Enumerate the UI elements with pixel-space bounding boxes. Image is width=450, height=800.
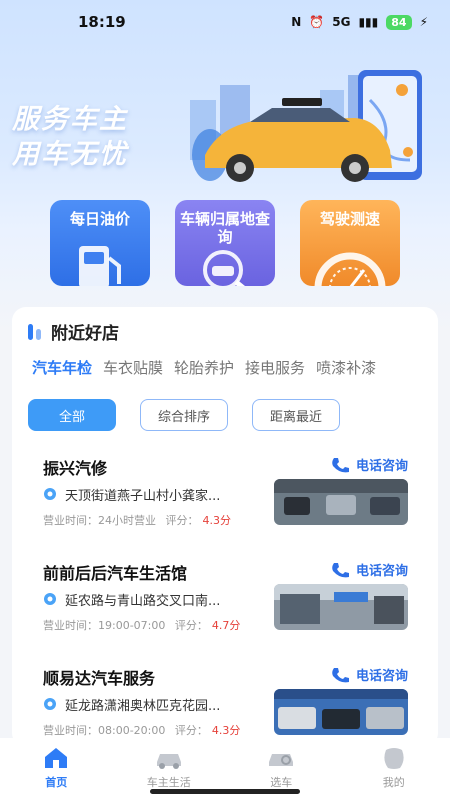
network-label: 5G xyxy=(332,15,351,29)
phone-icon xyxy=(332,457,349,472)
category-tab[interactable]: 喷漆补漆 xyxy=(316,357,376,378)
shop-list-item[interactable]: 顺易达汽车服务 电话咨询 延龙路潇湘奥林匹克花园... 营业时间：08:00-2… xyxy=(12,665,438,747)
section-marker-icon xyxy=(28,323,41,340)
tab-profile[interactable]: 我的 xyxy=(344,746,444,790)
tile-label: 车辆归属地查询 xyxy=(179,210,270,246)
shop-address-text: 延农路与青山路交叉口南... xyxy=(65,594,221,609)
shop-name: 顺易达汽车服务 xyxy=(43,669,156,688)
shop-address: 天顶街道燕子山村小龚家... xyxy=(43,485,220,504)
slogan-line-1: 服务车主 xyxy=(12,104,128,135)
hours-label: 营业时间： xyxy=(43,619,98,632)
fuel-pump-icon xyxy=(79,246,121,286)
tab-label: 选车 xyxy=(270,776,293,789)
filter-chip-sort[interactable]: 综合排序 xyxy=(140,399,228,431)
shop-name: 振兴汽修 xyxy=(43,459,108,478)
profile-icon xyxy=(384,748,404,769)
shop-list-item[interactable]: 振兴汽修 电话咨询 天顶街道燕子山村小龚家... 营业时间：24小时营业 评分：… xyxy=(12,455,438,555)
shop-hours: 19:00-07:00 xyxy=(98,619,166,632)
category-tab[interactable]: 车衣贴膜 xyxy=(103,357,163,378)
shop-hours: 08:00-20:00 xyxy=(98,724,166,737)
shop-address-text: 天顶街道燕子山村小龚家... xyxy=(65,489,221,504)
phone-consult-label: 电话咨询 xyxy=(355,669,408,684)
phone-icon xyxy=(332,667,349,682)
filter-chip-distance[interactable]: 距离最近 xyxy=(252,399,340,431)
category-tab[interactable]: 汽车年检 xyxy=(32,357,92,378)
banner-slogan: 服务车主 用车无忧 xyxy=(12,102,128,172)
home-indicator xyxy=(150,789,300,794)
phone-consult-button[interactable]: 电话咨询 xyxy=(330,455,408,474)
filter-chips: 全部 综合排序 距离最近 xyxy=(28,399,340,431)
card-header: 附近好店 xyxy=(28,319,119,344)
shop-rating: 4.3分 xyxy=(202,514,232,527)
charging-icon: ⚡ xyxy=(419,15,428,29)
tile-driving-speed-test[interactable]: 驾驶测速 xyxy=(300,200,400,286)
location-pin-icon xyxy=(44,697,56,710)
location-pin-icon xyxy=(44,592,56,605)
nfc-icon: N xyxy=(291,15,302,29)
status-icons: N ⏰ 5G ▮▮▮ 84 ⚡ xyxy=(291,14,428,30)
section-title: 附近好店 xyxy=(51,324,119,344)
shop-rating: 4.3分 xyxy=(211,724,241,737)
shop-address: 延农路与青山路交叉口南... xyxy=(43,590,220,609)
phone-icon xyxy=(332,562,349,577)
tab-home[interactable]: 首页 xyxy=(6,746,106,790)
hours-label: 营业时间： xyxy=(43,724,98,737)
phone-consult-label: 电话咨询 xyxy=(355,564,408,579)
tile-label: 每日油价 xyxy=(69,210,130,228)
car-city-illustration xyxy=(190,70,422,182)
tab-select-car[interactable]: 选车 xyxy=(231,746,331,790)
shop-meta: 营业时间：24小时营业 评分： 4.3分 xyxy=(43,512,231,528)
alarm-icon: ⏰ xyxy=(309,15,325,29)
battery-badge: 84 xyxy=(386,14,412,30)
phone-consult-button[interactable]: 电话咨询 xyxy=(330,665,408,684)
signal-icon: ▮▮▮ xyxy=(358,15,379,29)
filter-chip-all[interactable]: 全部 xyxy=(28,399,116,431)
rating-label: 评分： xyxy=(174,619,208,632)
shop-photo xyxy=(274,689,408,735)
tile-daily-fuel-price[interactable]: 每日油价 xyxy=(50,200,150,286)
shop-meta: 营业时间：19:00-07:00 评分： 4.7分 xyxy=(43,617,240,633)
category-tabs: 汽车年检 车衣贴膜 轮胎养护 接电服务 喷漆补漆 xyxy=(32,357,376,378)
status-time: 18:19 xyxy=(78,13,126,31)
shop-meta: 营业时间：08:00-20:00 评分： 4.3分 xyxy=(43,722,240,738)
slogan-line-2: 用车无忧 xyxy=(12,139,128,170)
shop-photo xyxy=(274,479,408,525)
shop-name: 前前后后汽车生活馆 xyxy=(43,564,188,583)
status-bar: 18:19 N ⏰ 5G ▮▮▮ 84 ⚡ xyxy=(0,0,450,44)
car-search-icon xyxy=(203,250,246,286)
car-icon xyxy=(156,754,181,769)
tile-label: 驾驶测速 xyxy=(319,210,380,228)
tile-vehicle-location-query[interactable]: 车辆归属地查询 xyxy=(175,200,275,286)
phone-consult-button[interactable]: 电话咨询 xyxy=(330,560,408,579)
tab-label: 我的 xyxy=(382,776,405,789)
category-tab[interactable]: 接电服务 xyxy=(245,357,305,378)
shop-address-text: 延龙路潇湘奥林匹克花园... xyxy=(65,699,221,714)
shop-hours: 24小时营业 xyxy=(98,514,156,527)
nearby-shops-card: 附近好店 汽车年检 车衣贴膜 轮胎养护 接电服务 喷漆补漆 全部 综合排序 距离… xyxy=(12,307,438,747)
tab-label: 车主生活 xyxy=(146,776,191,789)
shop-photo xyxy=(274,584,408,630)
tab-car-life[interactable]: 车主生活 xyxy=(119,746,219,790)
speedometer-icon xyxy=(314,252,386,286)
shop-address: 延龙路潇湘奥林匹克花园... xyxy=(43,695,220,714)
car-select-icon xyxy=(269,754,294,766)
rating-label: 评分： xyxy=(165,514,199,527)
quick-tools: 每日油价 车辆归属地查询 驾驶测速 xyxy=(50,200,400,286)
shop-rating: 4.7分 xyxy=(211,619,241,632)
home-icon xyxy=(45,748,68,768)
shop-list-item[interactable]: 前前后后汽车生活馆 电话咨询 延农路与青山路交叉口南... 营业时间：19:00… xyxy=(12,560,438,660)
tab-label: 首页 xyxy=(45,776,68,789)
rating-label: 评分： xyxy=(174,724,208,737)
hours-label: 营业时间： xyxy=(43,514,98,527)
location-pin-icon xyxy=(44,487,56,500)
category-tab[interactable]: 轮胎养护 xyxy=(174,357,234,378)
phone-consult-label: 电话咨询 xyxy=(355,459,408,474)
